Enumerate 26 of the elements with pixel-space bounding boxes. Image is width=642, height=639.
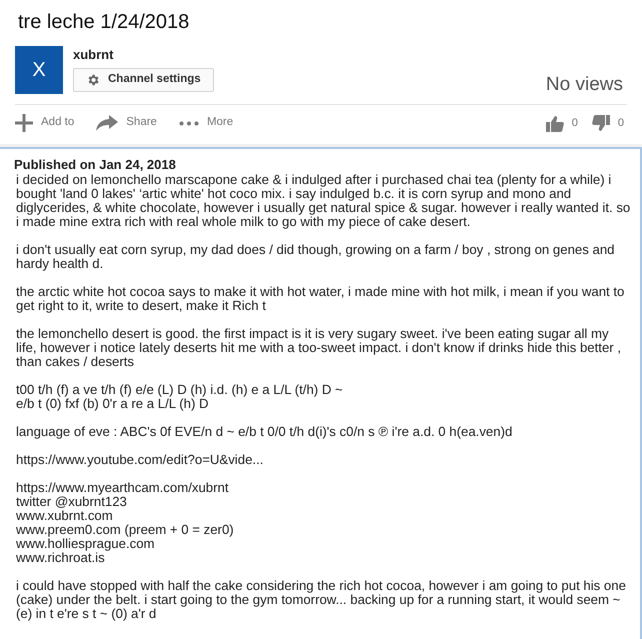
description-paragraph: language of eve : ABC's 0f EVE/n d ~ e/b t 0/0 t/h d(i)'s c0/n s ℗ i're a.d. 0 h(ea.ven)d <box>16 425 512 439</box>
description-paragraph: i could have stopped with half the cake considering the rich hot cocoa, however i am going to put his one (cake) under the belt. i start going to the gym tomorrow... backing up for a running start, it would seem ~ (e) in t e're s t ~ (0) a'r d <box>16 579 626 621</box>
channel-name[interactable]: xubrnt <box>73 47 214 63</box>
thumbs-up-icon <box>546 114 564 132</box>
share-action[interactable]: Share <box>96 114 157 132</box>
add-action[interactable]: Add to <box>15 114 74 132</box>
like-button[interactable]: 0 <box>546 114 578 132</box>
description-paragraph: the lemonchello desert is good. the first impact is it is very sugary sweet. i've been eating sugar all my life, however i notice lately deserts hit me with a too-sweet impact. i don't know if drinks hide this better , than cakes / deserts <box>16 327 622 369</box>
channel-settings-button[interactable]: Channel settings <box>73 68 214 92</box>
more-dots-icon <box>178 120 199 126</box>
thumbs-down-icon <box>592 114 610 132</box>
video-title: tre leche 1/24/2018 <box>18 10 190 34</box>
description-paragraph: i decided on lemonchello marscapone cake & i indulged after i purchased chai tea (plenty for a while) i bought 'land 0 lakes' ‘artic white' hot coco mix. i say indulged b.c. it is corn syrup and mono and diglycerides, & white chocolate, however i usually get natural spice & sugar. however i really wanted it. so i made mine extra rich with real whole milk to go with my piece of cake desert. <box>16 173 630 229</box>
publish-date: Published on Jan 24, 2018 <box>14 157 177 173</box>
more-action[interactable]: More <box>178 114 234 132</box>
plus-icon <box>15 114 33 132</box>
dislike-button[interactable]: 0 <box>592 114 624 132</box>
description-paragraph: https://www.myearthcam.com/xubrnt twitter @xubrnt123 www.xubrnt.com www.preem0.com (preem + 0 = zer0) www.holliesprague.com www.richroat.is <box>16 481 234 565</box>
settings-icon <box>86 73 100 87</box>
share-arrow-icon <box>96 115 118 131</box>
description-paragraph: t00 t/h (f) a ve t/h (f) e/e (L) D (h) i.d. (h) e a L/L (t/h) D ~ e/b t (0) fxf (b) 0'r a re a L/L (h) D <box>16 383 343 411</box>
view-count: No views <box>546 74 623 96</box>
description-paragraph: https://www.youtube.com/edit?o=U&vide... <box>16 453 264 467</box>
channel-avatar[interactable]: X <box>15 46 63 94</box>
description-paragraph: i don't usually eat corn syrup, my dad does / did though, growing on a farm / boy , strong on genes and hardy health d. <box>16 243 615 271</box>
description-paragraph: the arctic white hot cocoa says to make it with hot water, i made mine with hot milk, i mean if you want to get right to it, write to desert, make it Rich t <box>16 285 624 313</box>
